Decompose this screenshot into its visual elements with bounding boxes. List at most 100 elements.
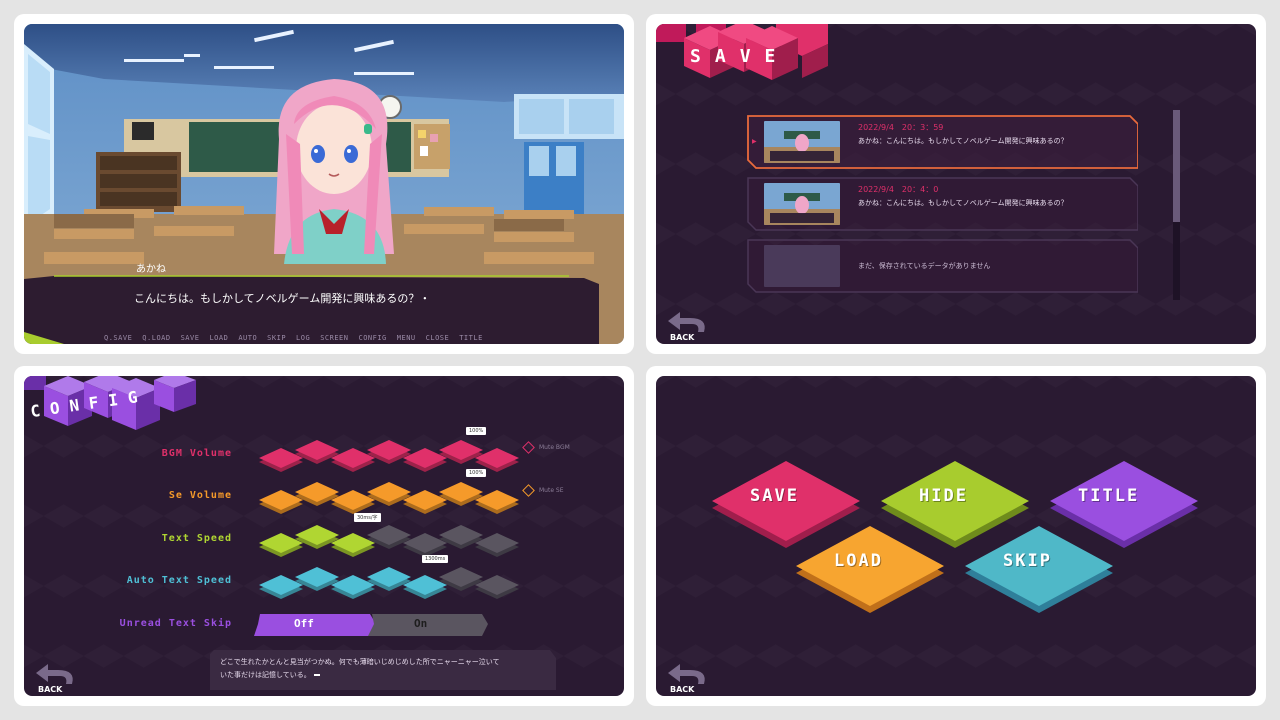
slider-tile-4-7[interactable] — [475, 575, 519, 599]
save-card: SAVE ▶ 2022/9/4 20：3：59 あかね：こんにちは。もしかしてノ… — [646, 14, 1266, 354]
slider-tile-3-4[interactable] — [367, 525, 411, 549]
slider-tile-4-6[interactable] — [439, 567, 483, 591]
slider-tile-2-1[interactable] — [259, 490, 303, 514]
skip-menu-button[interactable]: SKIP — [1003, 551, 1052, 571]
slider-tile-2-2[interactable] — [295, 482, 339, 506]
mute-bgm-label: Mute BGM — [539, 444, 570, 451]
save-scrollbar-thumb[interactable] — [1173, 110, 1180, 222]
mute-bgm-checkbox-icon — [522, 441, 535, 454]
novel-screen[interactable]: あかね こんにちは。もしかしてノベルゲーム開発に興味あるの？・ Q.SAVE Q… — [24, 24, 624, 344]
text-speed-tooltip: 30ms/字 — [354, 513, 381, 522]
title-letter-a: A — [714, 46, 740, 67]
mute-se-checkbox-icon — [522, 484, 535, 497]
menu-auto[interactable]: AUTO — [238, 334, 257, 342]
character-sprite — [274, 79, 394, 264]
save-slot-2[interactable]: 2022/9/4 20：4：0 あかね：こんにちは。もしかしてノベルゲーム開発に… — [746, 176, 1138, 232]
slider-tile-1-2[interactable] — [295, 440, 339, 464]
slider-tile-4-2[interactable] — [295, 567, 339, 591]
slider-tile-4-3[interactable] — [331, 575, 375, 599]
slider-tile-4-1[interactable] — [259, 575, 303, 599]
menu-save[interactable]: SAVE — [181, 334, 200, 342]
se-volume-tooltip: 100% — [466, 469, 487, 477]
load-menu-button[interactable]: LOAD — [834, 551, 883, 571]
unread-skip-off-button[interactable]: Off — [294, 617, 314, 630]
slider-tile-2-4[interactable] — [367, 482, 411, 506]
back-arrow-icon — [668, 312, 705, 332]
sample-text-line-2: いた事だけは記憶している。 — [220, 670, 320, 680]
back-arrow-icon — [668, 664, 705, 684]
slider-tile-3-5[interactable] — [403, 533, 447, 557]
menu-menu[interactable]: MENU — [397, 334, 416, 342]
mute-se-toggle[interactable]: Mute SE — [522, 484, 564, 497]
save-back-button[interactable]: BACK — [666, 310, 710, 342]
menu-close[interactable]: CLOSE — [426, 334, 450, 342]
save-screen: SAVE ▶ 2022/9/4 20：3：59 あかね：こんにちは。もしかしてノ… — [656, 24, 1256, 344]
back-label: BACK — [670, 333, 695, 342]
back-arrow-icon — [36, 664, 73, 684]
menu-log[interactable]: LOG — [296, 334, 310, 342]
unread-skip-on-button[interactable]: On — [414, 617, 427, 630]
save-menu-button[interactable]: SAVE — [750, 486, 799, 506]
speaker-name: あかね — [136, 264, 166, 275]
menu-qload[interactable]: Q.LOAD — [142, 334, 170, 342]
text-cursor-icon — [313, 674, 320, 676]
slot-empty-thumbnail — [764, 245, 840, 287]
slot-cursor-icon: ▶ — [752, 138, 757, 145]
slider-tile-3-1[interactable] — [259, 533, 303, 557]
slider-tile-2-3[interactable] — [331, 490, 375, 514]
slot-date: 2022/9/4 20：3：59 — [858, 123, 944, 132]
save-slot-1[interactable]: ▶ 2022/9/4 20：3：59 あかね：こんにちは。もしかしてノベルゲーム… — [746, 114, 1138, 170]
slider-tile-3-6[interactable] — [439, 525, 483, 549]
menu-card: SAVE HIDE TITLE LOAD SKIP BACK — [646, 366, 1266, 706]
slider-tile-3-2[interactable] — [295, 525, 339, 549]
slider-tile-2-5[interactable] — [403, 490, 447, 514]
dialogue-text: こんにちは。もしかしてノベルゲーム開発に興味あるの？・ — [134, 292, 431, 305]
mute-se-label: Mute SE — [539, 487, 564, 494]
menu-config[interactable]: CONFIG — [358, 334, 386, 342]
save-slot-3[interactable]: まだ、保存されているデータがありません — [746, 238, 1138, 294]
mute-bgm-toggle[interactable]: Mute BGM — [522, 441, 570, 454]
slot-text: あかね：こんにちは。もしかしてノベルゲーム開発に興味あるの？ — [858, 199, 1068, 207]
slot-empty-text: まだ、保存されているデータがありません — [858, 262, 991, 270]
slider-tile-1-6[interactable] — [439, 440, 483, 464]
title-letter-e: E — [764, 46, 790, 67]
title-menu-button[interactable]: TITLE — [1078, 486, 1139, 506]
slot-text: あかね：こんにちは。もしかしてノベルゲーム開発に興味あるの？ — [858, 137, 1068, 145]
hide-menu-button[interactable]: HIDE — [919, 486, 968, 506]
slot-thumbnail — [764, 183, 840, 225]
config-screen: CONFIG BGM Volume Se Volume Text Speed A… — [24, 376, 624, 696]
slider-tile-4-5[interactable] — [403, 575, 447, 599]
sample-text-line-2-text: いた事だけは記憶している。 — [220, 671, 311, 679]
bgm-volume-tooltip: 100% — [466, 427, 487, 435]
slider-tile-4-4[interactable] — [367, 567, 411, 591]
quick-menu: Q.SAVE Q.LOAD SAVE LOAD AUTO SKIP LOG SC… — [104, 334, 483, 342]
title-letter-v: V — [739, 46, 765, 67]
menu-skip[interactable]: SKIP — [267, 334, 286, 342]
menu-screen: SAVE HIDE TITLE LOAD SKIP BACK — [656, 376, 1256, 696]
menu-qsave[interactable]: Q.SAVE — [104, 334, 132, 342]
menu-back-button[interactable]: BACK — [666, 662, 710, 694]
back-label: BACK — [38, 685, 63, 694]
slider-tile-2-6[interactable] — [439, 482, 483, 506]
menu-title[interactable]: TITLE — [459, 334, 483, 342]
back-label: BACK — [670, 685, 695, 694]
novel-card: あかね こんにちは。もしかしてノベルゲーム開発に興味あるの？・ Q.SAVE Q… — [14, 14, 634, 354]
slot-date: 2022/9/4 20：4：0 — [858, 185, 939, 194]
menu-load[interactable]: LOAD — [209, 334, 228, 342]
slot-thumbnail — [764, 121, 840, 163]
title-letter-s: S — [690, 46, 715, 67]
slider-tile-1-1[interactable] — [259, 448, 303, 472]
slider-tile-2-7[interactable] — [475, 490, 519, 514]
menu-screen[interactable]: SCREEN — [320, 334, 348, 342]
config-card: CONFIG BGM Volume Se Volume Text Speed A… — [14, 366, 634, 706]
slider-tile-1-4[interactable] — [367, 440, 411, 464]
save-title: SAVE — [690, 46, 789, 67]
slider-tile-1-3[interactable] — [331, 448, 375, 472]
slider-tile-1-5[interactable] — [403, 448, 447, 472]
config-back-button[interactable]: BACK — [34, 662, 78, 694]
slider-tile-3-3[interactable] — [331, 533, 375, 557]
menu-diamonds — [712, 461, 1198, 613]
sample-text-line-1: どこで生れたかとんと見当がつかぬ。何でも薄暗いじめじめした所でニャーニャー泣いて — [220, 658, 500, 666]
slider-tile-3-7[interactable] — [475, 533, 519, 557]
config-sliders[interactable] — [24, 376, 624, 696]
